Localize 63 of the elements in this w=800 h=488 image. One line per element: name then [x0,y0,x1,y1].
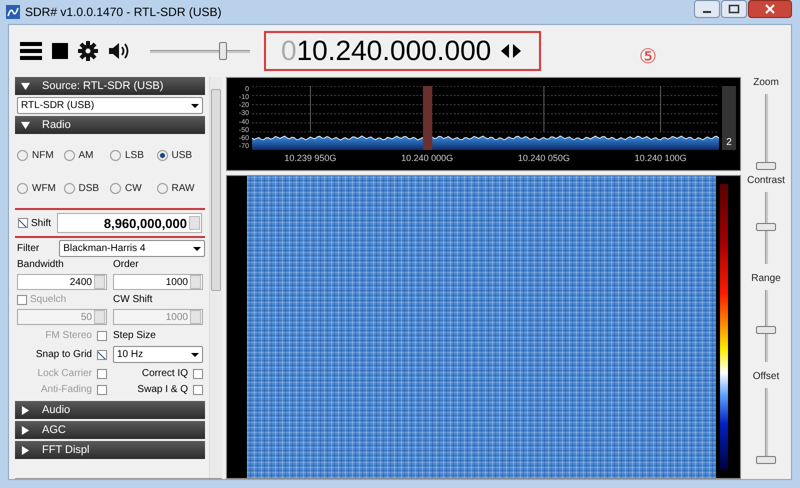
caret-icon [191,104,199,108]
bandwidth-label: Bandwidth [17,259,65,270]
gain-indicator: 2 [722,86,736,150]
vertical-slider[interactable] [755,290,777,362]
frequency-leading-digit: 0 [281,35,297,67]
option-checkbox[interactable]: Snap to Grid [17,349,107,360]
mode-radio[interactable]: CW [110,183,156,194]
section-header[interactable]: Radio [15,116,205,134]
filter-dropdown[interactable]: Blackman-Harris 4 [59,240,205,257]
order-label: Order [113,259,140,270]
frequency-display[interactable]: 010.240.000.000 [264,31,542,71]
slider-label: Contrast [747,175,785,186]
filter-label: Filter [17,243,40,254]
cw-shift-label: CW Shift [113,294,154,305]
section-header[interactable]: FFT Displ [15,441,205,459]
option-checkbox[interactable]: Swap I & Q [113,384,203,395]
caret-icon [193,246,201,250]
app-logo-icon [6,5,20,19]
slider-label: Offset [752,371,780,382]
mode-radio[interactable]: USB [156,150,203,161]
x-axis-label: 10.240 050G [516,152,571,163]
x-axis-label: 10.239 950G [283,152,338,163]
caret-icon [191,352,199,356]
scrollbar[interactable] [209,77,222,478]
menu-icon[interactable] [20,42,42,60]
option-checkbox[interactable]: Correct IQ [113,368,203,379]
x-axis-label: 10.240 000G [400,152,454,163]
shift-checkbox[interactable]: Shift [18,218,52,228]
section-header[interactable]: Source: RTL-SDR (USB) [15,77,205,95]
expand-arrow-icon [21,426,30,434]
expand-arrow-icon [21,406,30,414]
vertical-slider[interactable] [754,192,777,264]
section-header[interactable]: Audio [15,401,205,419]
speaker-icon[interactable] [108,41,130,61]
left-right-arrows-icon[interactable] [501,44,522,58]
annotation-number: ⑤ [639,44,658,68]
slider-label: Range [751,273,781,284]
expand-arrow-icon [21,446,30,454]
mode-radio[interactable]: WFM [17,183,64,194]
frequency-digits: 10.240.000.000 [296,35,492,67]
mode-radio[interactable]: NFM [17,150,64,161]
slider-label: Zoom [753,77,779,88]
step-size-label: Step Size [113,330,157,341]
close-button[interactable] [748,0,792,18]
tuning-marker[interactable] [422,86,432,150]
step-size-dropdown[interactable]: 10 Hz [113,346,203,363]
maximize-button[interactable] [721,0,747,18]
x-axis-label: 10.240 100G [634,152,688,163]
mode-radio[interactable]: RAW [156,183,203,194]
settings-icon[interactable] [78,41,98,61]
window-title: SDR# v1.0.0.1470 - RTL-SDR (USB) [25,5,222,19]
order-input[interactable]: 1000 [113,274,203,290]
mode-radio[interactable]: LSB [110,150,156,161]
shift-input[interactable]: 8,960,000,000 [57,213,202,233]
device-dropdown[interactable]: RTL-SDR (USB) [17,97,203,114]
mode-radio[interactable]: DSB [64,183,110,194]
expand-arrow-icon [21,120,30,130]
volume-slider[interactable] [150,41,250,61]
mode-radio[interactable]: AM [64,150,110,161]
minimize-button[interactable] [694,0,720,18]
bandwidth-input[interactable]: 2400 [17,274,107,290]
expand-arrow-icon [21,82,30,90]
section-header[interactable]: AGC [15,421,205,439]
